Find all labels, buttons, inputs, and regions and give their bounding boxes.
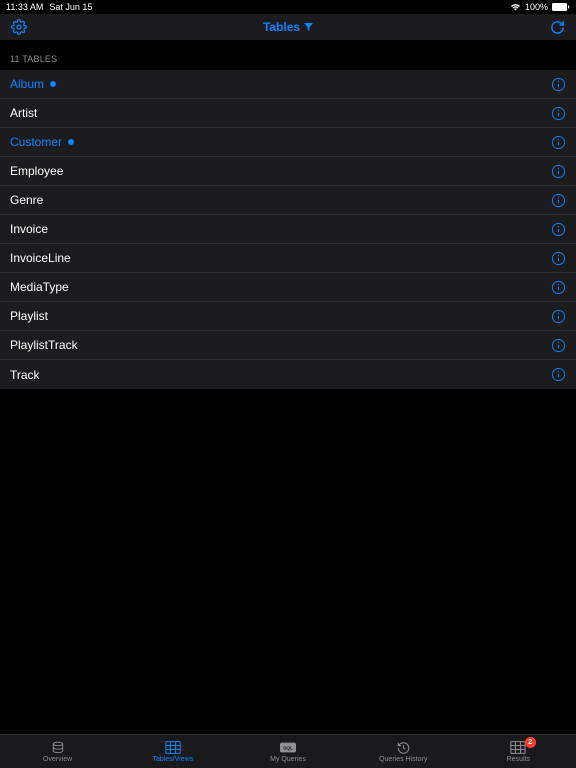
svg-text:SQL: SQL (283, 746, 293, 752)
table-name: Employee (10, 164, 63, 178)
table-name: InvoiceLine (10, 251, 71, 265)
status-time: 11:33 AM (6, 2, 43, 12)
info-icon[interactable] (551, 280, 566, 295)
info-icon[interactable] (551, 77, 566, 92)
info-icon[interactable] (551, 164, 566, 179)
table-list: Album Artist Customer Employee Genre Invoice I… (0, 70, 576, 389)
tab-label: Overview (43, 756, 72, 763)
grid-icon (165, 741, 181, 755)
tab-results[interactable]: Results 2 (461, 735, 576, 768)
table-name: Invoice (10, 222, 48, 236)
tab-label: Results (507, 756, 530, 763)
tab-bar: Overview Tables/Views SQL My Queries Queries… (0, 734, 576, 768)
tab-overview[interactable]: Overview (0, 735, 115, 768)
table-name: MediaType (10, 280, 69, 294)
tab-label: My Queries (270, 756, 306, 763)
table-row[interactable]: Employee (0, 157, 576, 186)
table-row[interactable]: Track (0, 360, 576, 389)
table-name: PlaylistTrack (10, 338, 78, 352)
table-row[interactable]: Album (0, 70, 576, 99)
settings-button[interactable] (10, 18, 28, 36)
grid-icon (510, 741, 526, 755)
table-name: Album (10, 77, 44, 91)
tab-label: Tables/Views (152, 756, 193, 763)
modified-dot-icon (68, 139, 74, 145)
info-icon[interactable] (551, 367, 566, 382)
wifi-icon (510, 3, 521, 11)
table-name: Artist (10, 106, 37, 120)
database-icon (50, 741, 66, 755)
section-header: 11 TABLES (0, 40, 576, 70)
tab-tables-views[interactable]: Tables/Views (115, 735, 230, 768)
info-icon[interactable] (551, 309, 566, 324)
nav-title-text: Tables (263, 20, 300, 34)
modified-dot-icon (50, 81, 56, 87)
info-icon[interactable] (551, 193, 566, 208)
info-icon[interactable] (551, 106, 566, 121)
table-row[interactable]: Customer (0, 128, 576, 157)
battery-percent: 100% (525, 2, 548, 12)
table-row[interactable]: Invoice (0, 215, 576, 244)
table-name: Genre (10, 193, 43, 207)
nav-bar: Tables (0, 14, 576, 40)
info-icon[interactable] (551, 338, 566, 353)
tab-label: Queries History (379, 756, 427, 763)
table-row[interactable]: Genre (0, 186, 576, 215)
refresh-button[interactable] (548, 18, 566, 36)
sql-icon: SQL (280, 741, 296, 755)
table-row[interactable]: Playlist (0, 302, 576, 331)
table-row[interactable]: PlaylistTrack (0, 331, 576, 360)
tab-my-queries[interactable]: SQL My Queries (230, 735, 345, 768)
table-row[interactable]: Artist (0, 99, 576, 128)
badge: 2 (525, 737, 536, 748)
table-name: Customer (10, 135, 62, 149)
status-date: Sat Jun 15 (49, 2, 92, 12)
battery-icon (552, 3, 570, 11)
info-icon[interactable] (551, 135, 566, 150)
table-row[interactable]: InvoiceLine (0, 244, 576, 273)
tab-queries-history[interactable]: Queries History (346, 735, 461, 768)
filter-icon (304, 23, 313, 31)
nav-title[interactable]: Tables (263, 20, 313, 34)
status-bar: 11:33 AM Sat Jun 15 100% (0, 0, 576, 14)
table-name: Playlist (10, 309, 48, 323)
history-icon (395, 741, 411, 755)
info-icon[interactable] (551, 222, 566, 237)
table-name: Track (10, 368, 40, 382)
table-row[interactable]: MediaType (0, 273, 576, 302)
info-icon[interactable] (551, 251, 566, 266)
